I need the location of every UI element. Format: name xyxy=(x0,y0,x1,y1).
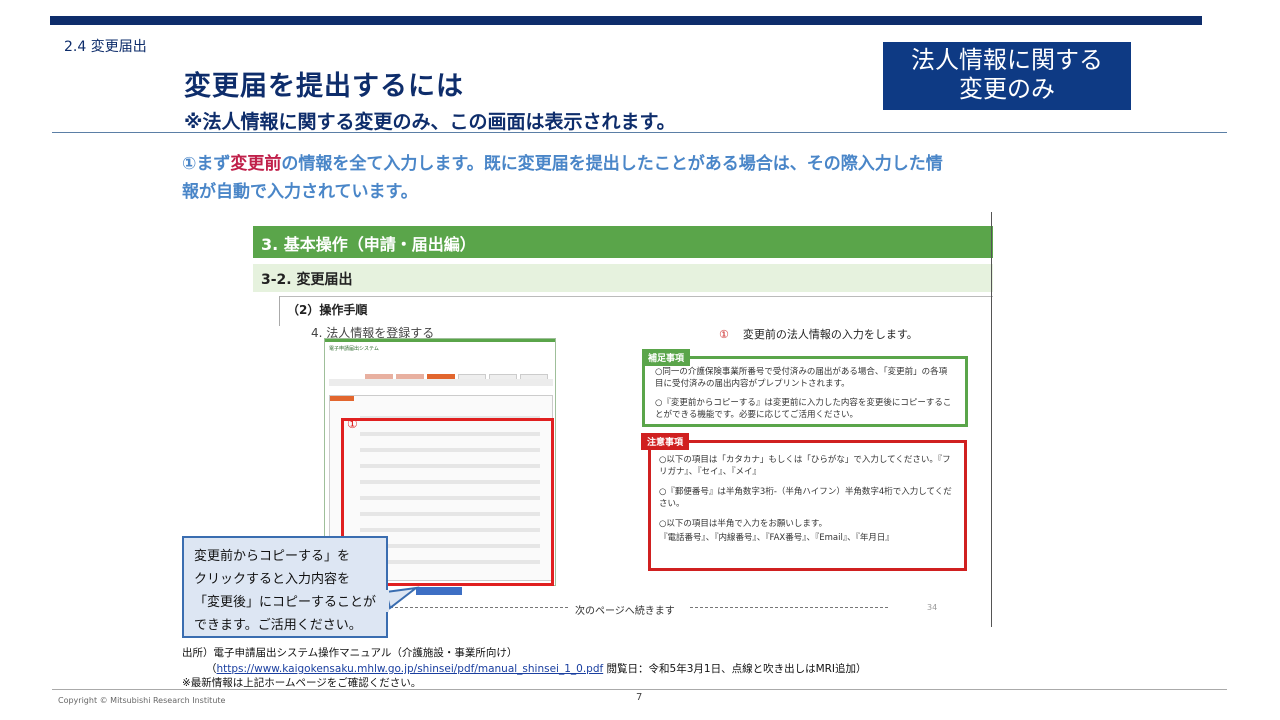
callout-line-4: できます。ご活用ください。 xyxy=(194,618,362,633)
mini-step-indicator xyxy=(365,365,555,380)
source-line-1: 出所）電子申請届出システム操作マニュアル（介護施設・事業所向け） xyxy=(182,647,518,659)
manual-vertical-rule xyxy=(279,296,280,326)
copyright: Copyright © Mitsubishi Research Institut… xyxy=(58,696,226,705)
footer-divider xyxy=(52,689,1227,690)
dashed-line-right xyxy=(690,607,888,608)
page-subtitle: ※法人情報に関する変更のみ、この画面は表示されます。 xyxy=(184,111,676,133)
mini-info-bar xyxy=(329,379,553,386)
callout-bubble: 変更前からコピーする」を クリックすると入力内容を 「変更後」にコピーすることが… xyxy=(182,536,388,638)
warning-text-4: 『電話番号』、『内線番号』、『FAX番号』、『Email』、『年月日』 xyxy=(659,532,894,543)
continue-text: 次のページへ続きます xyxy=(575,606,675,617)
callout-line-2: クリックすると入力内容を xyxy=(194,572,351,587)
page-number: 7 xyxy=(636,692,643,703)
mini-brand: 電子申請届出システム xyxy=(329,346,379,352)
warning-text-1: ○以下の項目は「カタカナ」もしくは「ひらがな」で入力してください。『フリガナ』、… xyxy=(659,455,951,477)
manual-heading-1: 3. 基本操作（申請・届出編） xyxy=(253,226,993,258)
supplement-text-1: ○同一の介護保険事業所番号で受付済みの届出がある場合、「変更前」の各項目に受付済… xyxy=(655,367,948,389)
intro-emphasis: 変更前 xyxy=(230,154,282,174)
source-note: ※最新情報は上記ホームページをご確認ください。 xyxy=(182,677,422,689)
manual-page-number: 34 xyxy=(927,603,938,612)
copy-from-before-button[interactable] xyxy=(416,587,462,595)
warning-label: 注意事項 xyxy=(641,433,690,450)
section-label: 2.4 変更届出 xyxy=(64,39,147,55)
warning-text-2: ○『郵便番号』は半角数字3桁-（半角ハイフン）半角数字4桁で入力してください。 xyxy=(659,487,952,509)
manual-right-edge xyxy=(991,212,992,627)
intro-line2: 報が自動で入力されています。 xyxy=(182,182,418,202)
warning-box: ○以下の項目は「カタカナ」もしくは「ひらがな」で入力してください。『フリガナ』、… xyxy=(648,440,967,571)
title-divider xyxy=(52,132,1227,133)
page-title: 変更届を提出するには xyxy=(184,71,464,102)
badge-line-2: 変更のみ xyxy=(959,75,1055,103)
supplement-label: 補足事項 xyxy=(642,349,691,366)
intro-line1: の情報を全て入力します。既に変更届を提出したことがある場合は、その際入力した情 xyxy=(281,154,943,174)
corporate-info-badge: 法人情報に関する 変更のみ xyxy=(883,42,1131,110)
callout-pointer xyxy=(380,586,420,612)
warning-text-3: ○以下の項目は半角で入力をお願いします。 xyxy=(659,519,828,529)
manual-note: ① 変更前の法人情報の入力をします。 xyxy=(719,326,918,342)
intro-text: ①まず変更前の情報を全て入力します。既に変更届を提出したことがある場合は、その際… xyxy=(182,150,1102,206)
callout-line-3: 「変更後」にコピーすることが xyxy=(194,595,377,610)
manual-heading-2: 3-2. 変更届出 xyxy=(253,264,993,292)
supplement-box: ○同一の介護保険事業所番号で受付済みの届出がある場合、「変更前」の各項目に受付済… xyxy=(642,356,968,427)
source-link[interactable]: https://www.kaigokensaku.mhlw.go.jp/shin… xyxy=(217,663,604,675)
source-line-2: （https://www.kaigokensaku.mhlw.go.jp/shi… xyxy=(206,661,867,676)
badge-line-1: 法人情報に関する xyxy=(911,46,1103,74)
callout-line-1: 変更前からコピーする」を xyxy=(194,549,351,564)
source-link-tail: 閲覧日：令和5年3月1日、点線と吹き出しはMRI追加） xyxy=(603,663,867,675)
supplement-text-2: ○『変更前からコピーする』は変更前に入力した内容を変更後にコピーすることができる… xyxy=(655,398,952,420)
mini-form-tag xyxy=(330,396,354,401)
top-accent-bar xyxy=(50,16,1202,25)
manual-step: （2）操作手順 xyxy=(287,303,368,317)
manual-divider xyxy=(279,296,993,297)
manual-note-text: 変更前の法人情報の入力をします。 xyxy=(742,328,918,341)
source-link-open: （ xyxy=(206,663,217,675)
manual-note-number: ① xyxy=(719,328,729,341)
intro-prefix: ①まず xyxy=(182,154,231,174)
mini-header-line xyxy=(325,339,555,342)
highlight-number: ① xyxy=(347,417,358,431)
